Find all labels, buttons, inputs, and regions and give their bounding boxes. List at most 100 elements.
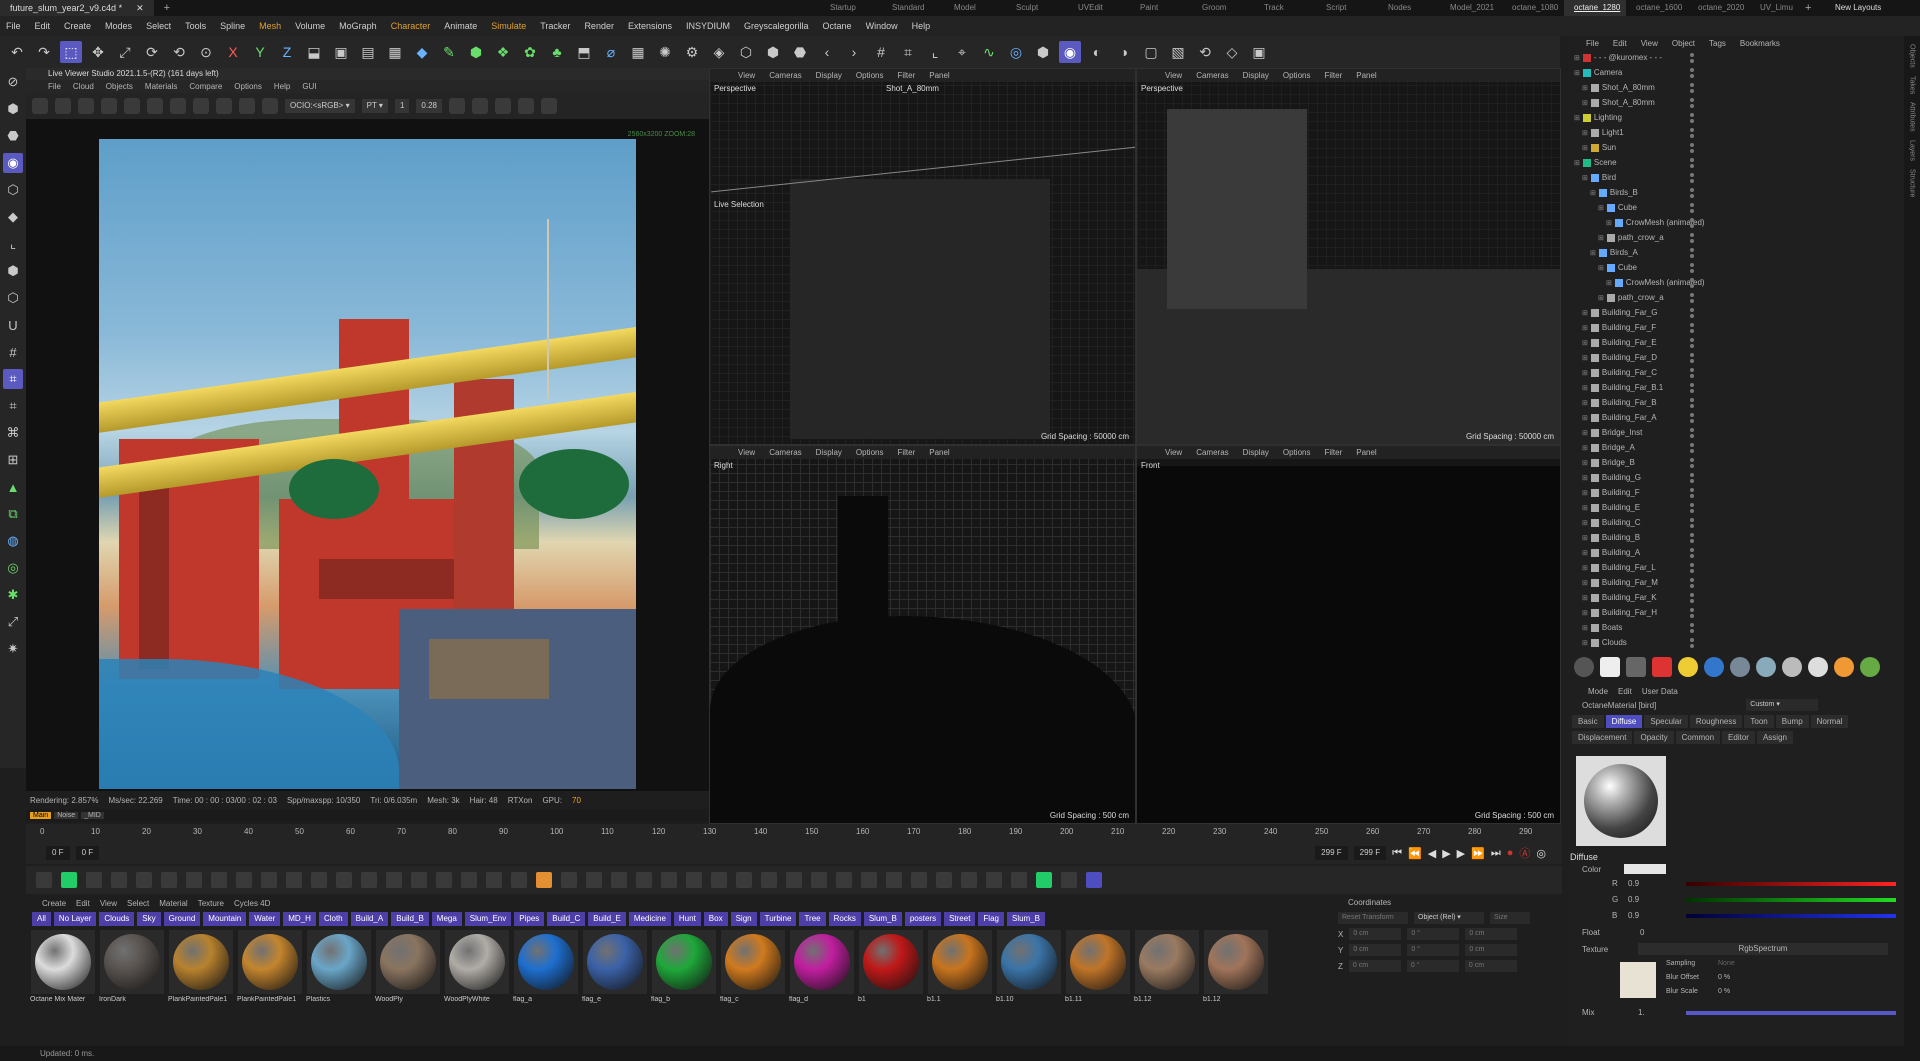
viewport-menu-item[interactable]: View [738, 71, 755, 80]
material-tag[interactable]: Build_C [547, 912, 586, 926]
color-swatch[interactable] [1624, 864, 1666, 874]
sun-icon[interactable] [1678, 657, 1698, 677]
restart-icon[interactable] [55, 98, 71, 114]
tool-icon[interactable] [111, 872, 127, 888]
x-axis-icon[interactable]: X [222, 41, 244, 63]
render-dot[interactable] [1690, 569, 1694, 573]
object-row[interactable]: ⊞ Cube [1568, 200, 1904, 215]
attribute-menu-item[interactable]: Mode [1588, 687, 1608, 696]
sphere-icon[interactable] [170, 98, 186, 114]
material-item[interactable]: b1 [858, 930, 924, 1010]
visibility-dot[interactable] [1690, 233, 1694, 237]
texture-mode-icon[interactable]: ▧ [1167, 41, 1189, 63]
timeline-ruler[interactable]: 0 10 20 30 40 50 60 70 80 90 100 110 120 130 140 150 160… [40, 824, 1560, 840]
material-tab[interactable]: Diffuse [1605, 715, 1643, 728]
soft-selection-icon[interactable]: ⬡ [3, 288, 23, 308]
material-tab[interactable]: Opacity [1634, 731, 1674, 744]
render-region-icon[interactable]: ◈ [708, 41, 730, 63]
material-tag[interactable]: Slum_B [1006, 912, 1045, 926]
visibility-dot[interactable] [1690, 533, 1694, 537]
viewport-menu-item[interactable]: Panel [929, 71, 949, 80]
texture-slot[interactable]: RgbSpectrum [1638, 943, 1888, 955]
tool-icon[interactable] [761, 872, 777, 888]
viewport-menu-item[interactable]: Options [856, 448, 884, 457]
cube-icon[interactable]: ◆ [411, 41, 433, 63]
menu-item[interactable]: Render [584, 21, 614, 31]
size-field[interactable]: 0 cm [1465, 944, 1518, 956]
object-row[interactable]: ⊞ Building_Far_K [1568, 590, 1904, 605]
grab-icon[interactable] [262, 98, 278, 114]
object-menu-item[interactable]: Bookmarks [1740, 39, 1780, 48]
render-dot[interactable] [1690, 584, 1694, 588]
material-tag[interactable]: Cloth [318, 912, 348, 926]
side-tab[interactable]: Structure [1909, 169, 1916, 197]
last-tool-icon[interactable]: ⊙ [195, 41, 217, 63]
r-value[interactable]: 0.9 [1628, 879, 1639, 888]
make-editable-icon[interactable]: ⊘ [3, 72, 23, 92]
material-item[interactable]: b1.10 [996, 930, 1062, 1010]
material-tag[interactable]: Hunt [673, 912, 701, 926]
material-tag[interactable]: MD_H [283, 912, 316, 926]
paint-icon[interactable] [536, 872, 552, 888]
circle-icon[interactable] [540, 98, 557, 114]
material-menu-item[interactable]: Select [127, 899, 149, 908]
material-item[interactable]: b1.12 [1134, 930, 1200, 1010]
expand-icon[interactable]: ⊞ [1582, 624, 1588, 632]
menu-item[interactable]: File [6, 21, 21, 31]
expand-icon[interactable]: ⊞ [1582, 84, 1588, 92]
object-row[interactable]: ⊞ Boats [1568, 620, 1904, 635]
render-dot[interactable] [1690, 119, 1694, 123]
visibility-dot[interactable] [1690, 53, 1694, 57]
model-mode-icon[interactable]: ⬡ [735, 41, 757, 63]
object-row[interactable]: ⊞ Cube [1568, 260, 1904, 275]
visibility-dot[interactable] [1690, 368, 1694, 372]
material-menu-item[interactable]: View [100, 899, 117, 908]
ocio-select[interactable]: OCIO:<sRGB> ▾ [285, 99, 355, 113]
tool-icon[interactable] [636, 872, 652, 888]
material-tag[interactable]: No Layer [53, 912, 97, 926]
tool-icon[interactable] [561, 872, 577, 888]
live-viewer-menu-item[interactable]: Materials [145, 82, 177, 91]
arrow-left-icon[interactable]: ‹ [816, 41, 838, 63]
render-dot[interactable] [1690, 509, 1694, 513]
r-slider[interactable] [1686, 882, 1896, 886]
render-picture-icon[interactable]: ▤ [357, 41, 379, 63]
coord-mode-select[interactable]: Object (Rel) ▾ [1414, 912, 1484, 924]
expand-icon[interactable]: ⊞ [1582, 429, 1588, 437]
object-row[interactable]: ⊞ Building_Far_L [1568, 560, 1904, 575]
render-dot[interactable] [1690, 269, 1694, 273]
graph-icon[interactable] [1086, 872, 1102, 888]
scale-tool-icon[interactable]: ⤢ [114, 41, 136, 63]
undo-icon[interactable]: ↶ [6, 41, 28, 63]
visibility-dot[interactable] [1690, 353, 1694, 357]
sphere-icon[interactable] [1730, 657, 1750, 677]
snap-icon[interactable]: ⟲ [168, 41, 190, 63]
layout-tab[interactable]: Model [944, 0, 1006, 16]
focus-icon[interactable] [216, 98, 232, 114]
render-dot[interactable] [1690, 104, 1694, 108]
expand-icon[interactable]: ⊞ [1582, 354, 1588, 362]
attribute-menu-item[interactable]: User Data [1642, 687, 1678, 696]
object-row[interactable]: ⊞ path_crow_a [1568, 290, 1904, 305]
visibility-dot[interactable] [1690, 383, 1694, 387]
menu-item[interactable]: Create [64, 21, 91, 31]
spiral-icon[interactable]: ◎ [3, 558, 23, 578]
sampling-value[interactable]: None [1718, 960, 1735, 967]
object-mode-icon[interactable]: ⬢ [1032, 41, 1054, 63]
viewport-menu-item[interactable]: Cameras [769, 71, 801, 80]
viewport-menu-item[interactable]: Display [1243, 71, 1269, 80]
copy-icon[interactable]: ⧉ [3, 504, 23, 524]
visibility-dot[interactable] [1690, 278, 1694, 282]
grid-tool-icon[interactable] [36, 872, 52, 888]
tool-icon[interactable] [286, 872, 302, 888]
y-axis-icon[interactable]: Y [249, 41, 271, 63]
expand-icon[interactable]: ⊞ [1606, 279, 1612, 287]
material-tag[interactable]: Slum_Env [464, 912, 512, 926]
tool-icon[interactable] [611, 872, 627, 888]
material-tag[interactable]: posters [904, 912, 942, 926]
axis-mode-icon[interactable]: ⟲ [1194, 41, 1216, 63]
position-field[interactable]: 0 cm [1349, 944, 1402, 956]
layout-tab[interactable]: octane_1280 [1564, 0, 1626, 16]
viewport-menu-item[interactable]: Display [816, 448, 842, 457]
layout-tab[interactable]: octane_1080 [1502, 0, 1564, 16]
